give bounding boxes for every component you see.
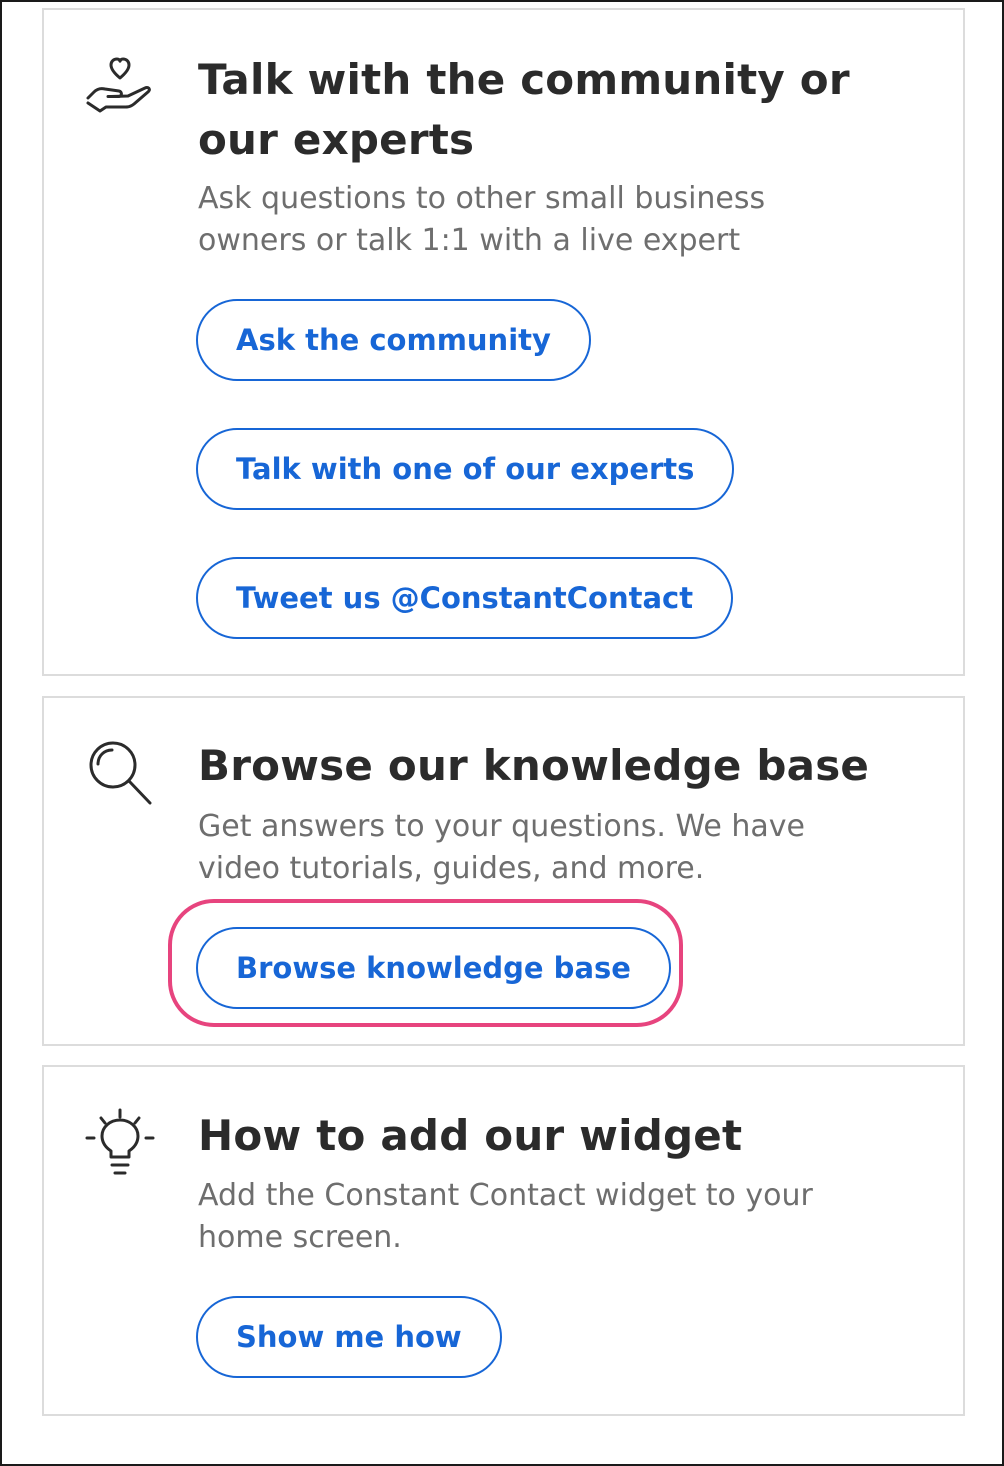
tweet-button[interactable]: Tweet us @ConstantContact bbox=[196, 557, 734, 639]
heart-hand-icon bbox=[84, 48, 156, 120]
knowledge-base-description: Get answers to your questions. We have v… bbox=[198, 809, 805, 886]
talk-expert-button[interactable]: Talk with one of our experts bbox=[196, 428, 735, 510]
knowledge-base-title: Browse our knowledge base bbox=[198, 741, 870, 790]
community-description: Ask questions to other small business ow… bbox=[198, 181, 766, 258]
widget-card: How to add our widget Add the Constant C… bbox=[42, 1065, 965, 1416]
ask-community-button[interactable]: Ask the community bbox=[196, 299, 591, 381]
show-me-how-button[interactable]: Show me how bbox=[196, 1296, 502, 1378]
community-title: Talk with the community or our experts bbox=[198, 55, 850, 164]
widget-title: How to add our widget bbox=[198, 1111, 743, 1160]
widget-description: Add the Constant Contact widget to your … bbox=[198, 1178, 813, 1255]
search-icon bbox=[84, 736, 156, 808]
browse-knowledge-base-button[interactable]: Browse knowledge base bbox=[196, 927, 671, 1009]
lightbulb-icon bbox=[84, 1107, 156, 1179]
community-card: Talk with the community or our experts A… bbox=[42, 8, 965, 676]
knowledge-base-card: Browse our knowledge base Get answers to… bbox=[42, 696, 965, 1046]
